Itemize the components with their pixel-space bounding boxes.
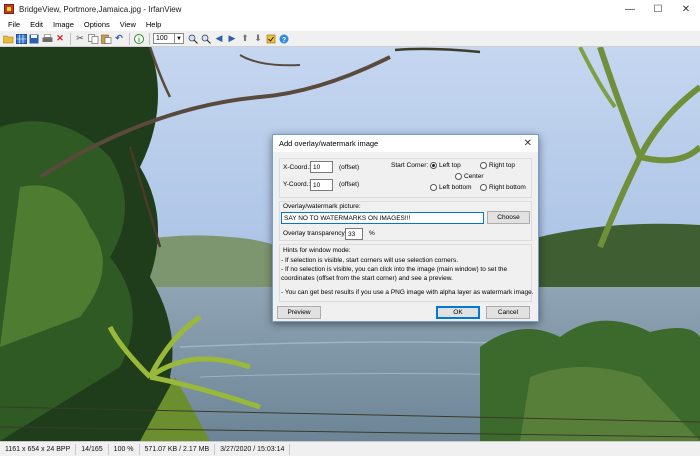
svg-text:?: ? <box>282 36 286 43</box>
x-coord-input[interactable]: 10 <box>310 161 333 173</box>
corner-right-top-label[interactable]: Right top <box>489 162 515 169</box>
menu-image[interactable]: Image <box>48 20 79 29</box>
toolbar: ✕ ✂ ↶ i 100 ▼ ◀ ▶ ⬆ ⬇ ? <box>0 31 700 47</box>
info-icon[interactable]: i <box>133 33 145 45</box>
print-icon[interactable] <box>41 33 53 45</box>
hint-line: - If selection is visible, start corners… <box>281 257 459 264</box>
chevron-down-icon[interactable]: ▼ <box>175 33 184 44</box>
corner-left-bottom-radio[interactable] <box>430 184 437 191</box>
y-coord-label: Y-Coord.: <box>283 181 311 188</box>
status-index: 14/165 <box>76 443 109 455</box>
save-icon[interactable] <box>28 33 40 45</box>
menu-file[interactable]: File <box>3 20 25 29</box>
preview-button[interactable]: Preview <box>277 306 321 319</box>
status-bar: 1161 x 654 x 24 BPP 14/165 100 % 571.07 … <box>0 441 700 456</box>
transparency-input[interactable]: 33 <box>345 228 363 240</box>
title-bar: BridgeView, Portmore,Jamaica.jpg - Irfan… <box>0 0 700 18</box>
settings-icon[interactable] <box>265 33 277 45</box>
svg-text:i: i <box>138 36 140 43</box>
cut-icon[interactable]: ✂ <box>74 33 86 45</box>
corner-right-top-radio[interactable] <box>480 162 487 169</box>
maximize-button[interactable]: ☐ <box>644 0 672 18</box>
status-dimensions: 1161 x 654 x 24 BPP <box>0 443 77 455</box>
menu-options[interactable]: Options <box>79 20 115 29</box>
zoom-select[interactable]: 100 <box>153 33 175 44</box>
hints-title: Hints for window mode: <box>283 247 351 254</box>
menu-edit[interactable]: Edit <box>25 20 48 29</box>
toolbar-separator <box>149 32 150 45</box>
next-icon[interactable]: ▶ <box>226 33 238 45</box>
hint-line: - You can get best results if you use a … <box>281 289 534 296</box>
corner-center-label[interactable]: Center <box>464 173 484 180</box>
choose-button[interactable]: Choose <box>487 211 530 224</box>
picture-path-input[interactable]: SAY NO TO WATERMARKS ON IMAGES!!! <box>281 212 484 224</box>
irfanview-app-icon <box>4 4 14 14</box>
minimize-button[interactable]: — <box>616 0 644 18</box>
toolbar-separator <box>70 32 71 45</box>
transparency-unit: % <box>369 230 375 237</box>
dialog-close-button[interactable]: ✕ <box>524 138 532 149</box>
paste-icon[interactable] <box>100 33 112 45</box>
corner-left-bottom-label[interactable]: Left bottom <box>439 184 472 191</box>
menu-bar: File Edit Image Options View Help <box>0 18 700 31</box>
y-coord-unit: (offset) <box>339 181 360 188</box>
toolbar-separator <box>129 32 130 45</box>
ok-button[interactable]: OK <box>436 306 480 319</box>
y-coord-input[interactable]: 10 <box>310 179 333 191</box>
close-button[interactable]: ✕ <box>672 0 700 18</box>
status-datetime: 3/27/2020 / 15:03:14 <box>215 443 291 455</box>
open-folder-icon[interactable] <box>2 33 14 45</box>
menu-view[interactable]: View <box>115 20 141 29</box>
previous-icon[interactable]: ◀ <box>213 33 225 45</box>
corner-left-top-label[interactable]: Left top <box>439 162 461 169</box>
corner-left-top-radio[interactable] <box>430 162 437 169</box>
corner-right-bottom-label[interactable]: Right bottom <box>489 184 526 191</box>
x-coord-label: X-Coord.: <box>283 164 311 171</box>
delete-icon[interactable]: ✕ <box>54 33 66 45</box>
upload-icon[interactable]: ⬆ <box>239 33 251 45</box>
corner-center-radio[interactable] <box>455 173 462 180</box>
hint-line: - If no selection is visible, you can cl… <box>281 266 508 273</box>
dialog-title-bar: Add overlay/watermark image ✕ <box>273 135 538 152</box>
zoom-in-icon[interactable] <box>187 33 199 45</box>
window-controls: — ☐ ✕ <box>616 0 700 18</box>
zoom-out-icon[interactable] <box>200 33 212 45</box>
start-corner-label: Start Corner: <box>391 162 429 169</box>
undo-icon[interactable]: ↶ <box>113 33 125 45</box>
picture-label: Overlay/watermark picture: <box>283 203 361 210</box>
hint-line: coordinates (offset from the start corne… <box>281 275 453 282</box>
dialog-body: X-Coord.: 10 (offset) Y-Coord.: 10 (offs… <box>273 152 538 321</box>
transparency-label: Overlay transparency: <box>283 230 347 237</box>
corner-right-bottom-radio[interactable] <box>480 184 487 191</box>
cancel-button[interactable]: Cancel <box>486 306 530 319</box>
dialog-title: Add overlay/watermark image <box>279 139 379 148</box>
x-coord-unit: (offset) <box>339 164 360 171</box>
status-filesize: 571.07 KB / 2.17 MB <box>140 443 216 455</box>
window-title: BridgeView, Portmore,Jamaica.jpg - Irfan… <box>19 4 182 14</box>
copy-icon[interactable] <box>87 33 99 45</box>
menu-help[interactable]: Help <box>141 20 166 29</box>
thumbnails-icon[interactable] <box>15 33 27 45</box>
download-icon[interactable]: ⬇ <box>252 33 264 45</box>
watermark-dialog: Add overlay/watermark image ✕ X-Coord.: … <box>272 134 539 322</box>
help-icon[interactable]: ? <box>278 33 290 45</box>
status-zoom: 100 % <box>109 443 140 455</box>
